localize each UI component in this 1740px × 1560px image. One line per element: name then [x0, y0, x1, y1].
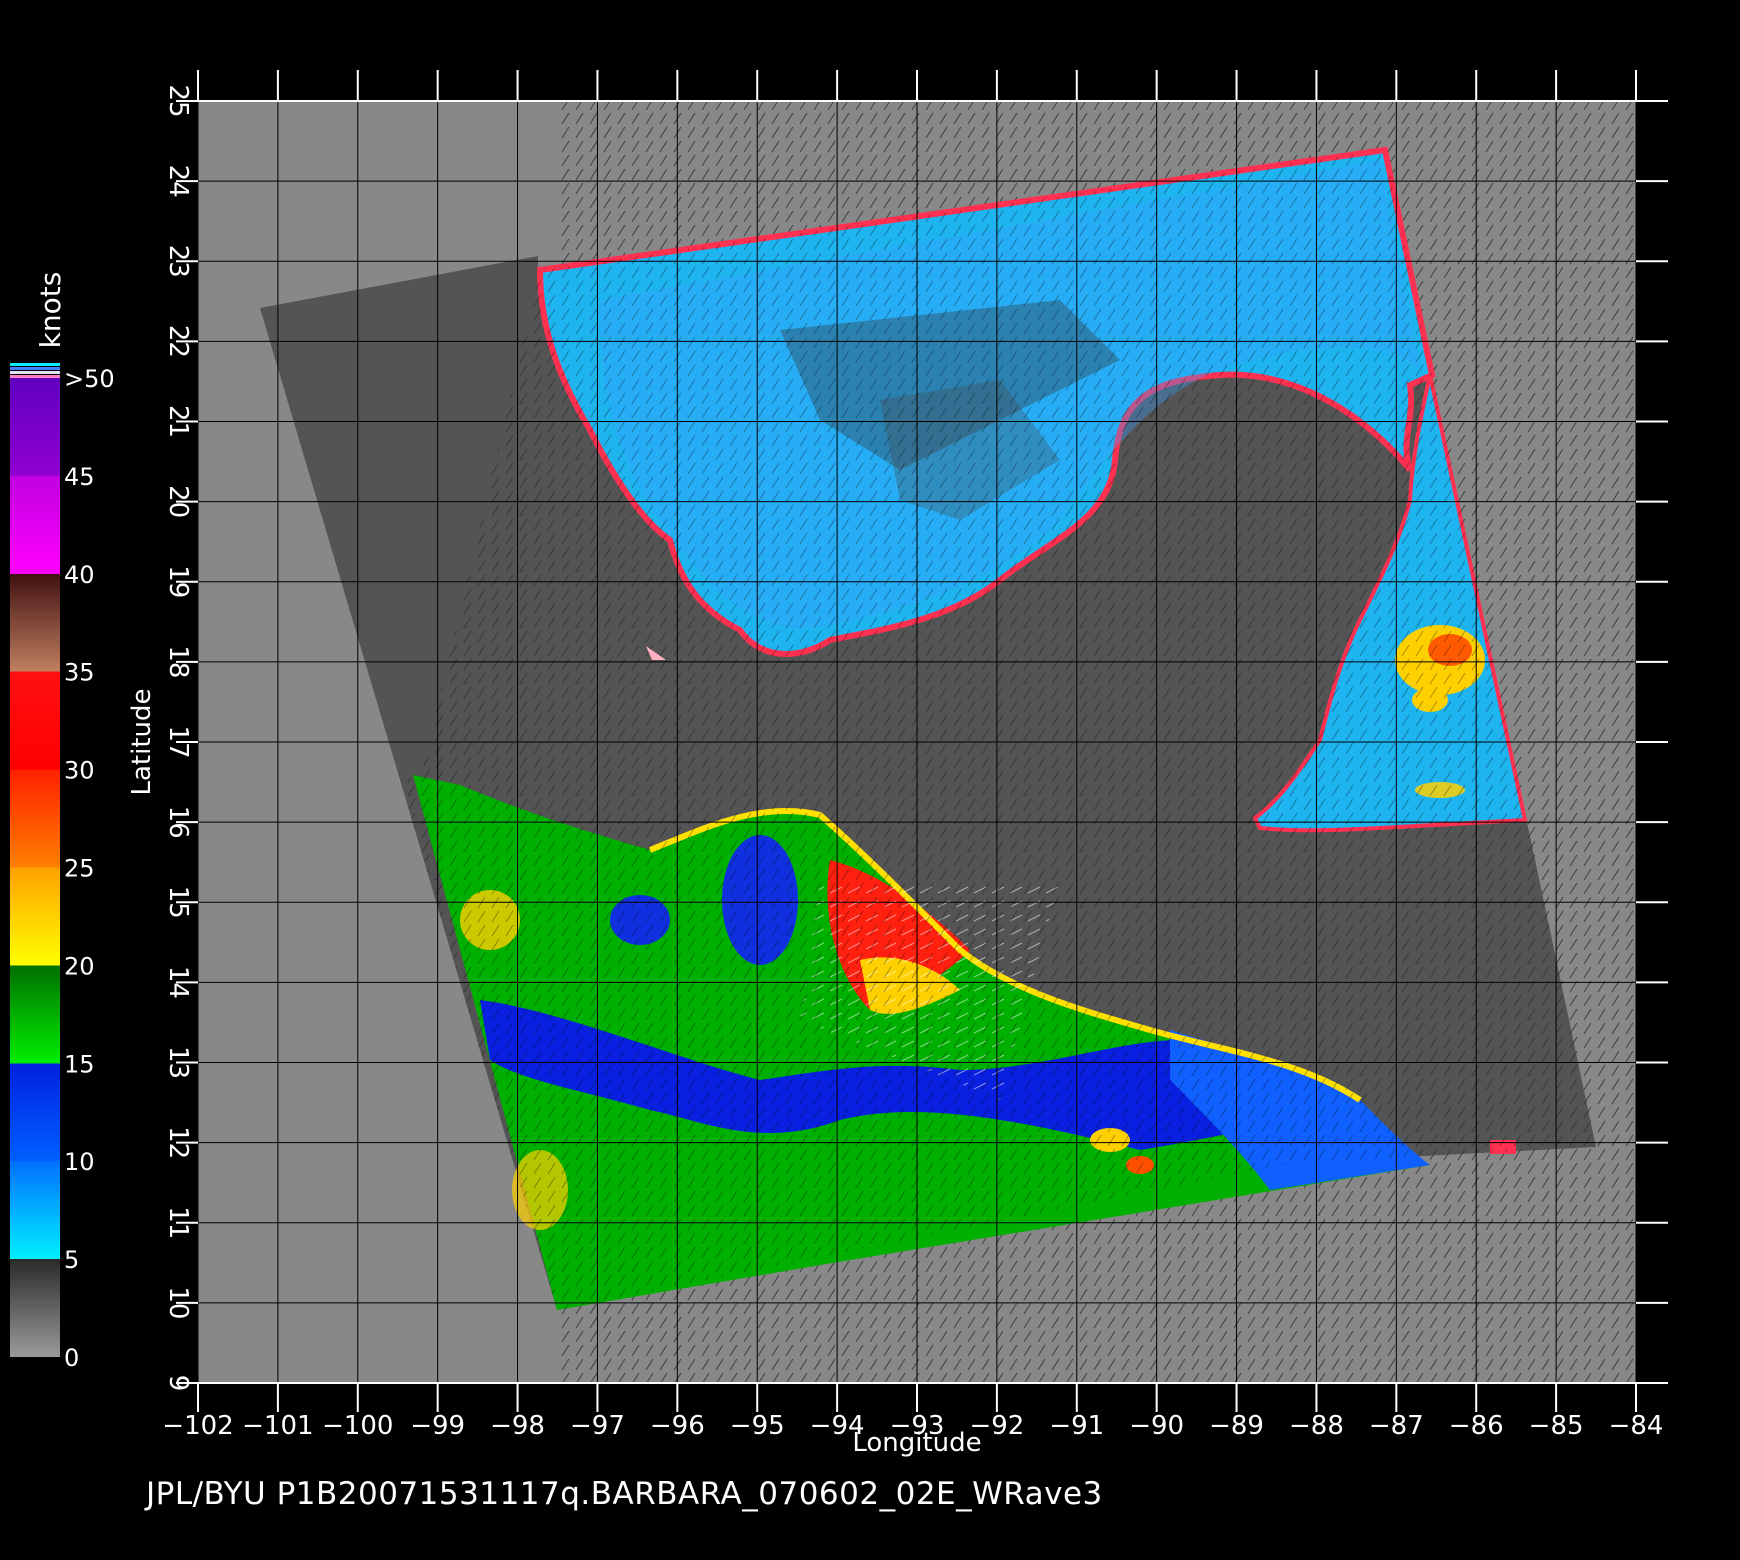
lat-tick-label: 23 — [163, 245, 193, 278]
colorbar-tick-label: 45 — [64, 463, 95, 491]
colorbar-tick-label: 15 — [64, 1050, 95, 1078]
lat-tick-label: 16 — [163, 806, 193, 839]
lat-tick-label: 20 — [163, 485, 193, 518]
lon-tick-label: −96 — [650, 1411, 705, 1441]
lat-tick-label: 14 — [163, 966, 193, 999]
lon-tick-label: −98 — [490, 1411, 545, 1441]
colorbar-tick-label: 40 — [64, 561, 95, 589]
lon-tick-label: −102 — [162, 1411, 233, 1441]
lat-tick-label: 22 — [163, 325, 193, 358]
y-axis-label: Latitude — [127, 688, 157, 795]
lat-tick-label: 19 — [163, 565, 193, 598]
lon-tick-label: −91 — [1049, 1411, 1104, 1441]
colorbar-tick-label: 5 — [64, 1246, 79, 1274]
lat-tick-label: 21 — [163, 405, 193, 438]
colorbar-tick-label: 25 — [64, 855, 95, 883]
colorbar-tick-label: 20 — [64, 952, 95, 980]
lat-tick-label: 24 — [163, 165, 193, 198]
colorbar-tick-label: 35 — [64, 659, 95, 687]
lon-tick-label: −100 — [322, 1411, 393, 1441]
colorbar-tick-label: 30 — [64, 757, 95, 785]
colorbar-tick-label: 10 — [64, 1148, 95, 1176]
lon-tick-label: −90 — [1129, 1411, 1184, 1441]
colorbar-tick-label: >50 — [64, 365, 115, 393]
lat-tick-label: 9 — [163, 1375, 193, 1392]
lon-tick-label: −88 — [1289, 1411, 1344, 1441]
figure-caption: JPL/BYU P1B20071531117q.BARBARA_070602_0… — [146, 1476, 1103, 1512]
lon-tick-label: −84 — [1609, 1411, 1664, 1441]
lat-tick-label: 25 — [163, 84, 193, 117]
lon-tick-label: −89 — [1209, 1411, 1264, 1441]
lon-tick-label: −92 — [969, 1411, 1024, 1441]
lon-tick-label: −95 — [730, 1411, 785, 1441]
lon-tick-label: −93 — [890, 1411, 945, 1441]
lat-tick-label: 12 — [163, 1126, 193, 1159]
colorbar-tick-label: 0 — [64, 1344, 79, 1372]
lon-tick-label: −99 — [410, 1411, 465, 1441]
lon-tick-label: −101 — [242, 1411, 313, 1441]
lat-tick-label: 13 — [163, 1046, 193, 1079]
colorbar: knots >50 45 40 35 30 25 20 15 10 5 0 — [10, 272, 115, 1372]
lon-tick-label: −85 — [1529, 1411, 1584, 1441]
lon-tick-label: −87 — [1369, 1411, 1424, 1441]
lon-tick-label: −94 — [810, 1411, 865, 1441]
lon-tick-label: −97 — [570, 1411, 625, 1441]
lat-tick-label: 11 — [163, 1206, 193, 1239]
wind-map-figure: Longitude Latitude knots >50454035302520… — [10, 70, 1668, 1458]
colorbar-bar — [10, 378, 60, 1357]
lat-tick-label: 18 — [163, 645, 193, 678]
lon-tick-label: −86 — [1449, 1411, 1504, 1441]
lat-tick-label: 10 — [163, 1286, 193, 1319]
lat-tick-label: 15 — [163, 886, 193, 919]
lat-tick-label: 17 — [163, 725, 193, 758]
colorbar-unit: knots — [34, 272, 67, 349]
